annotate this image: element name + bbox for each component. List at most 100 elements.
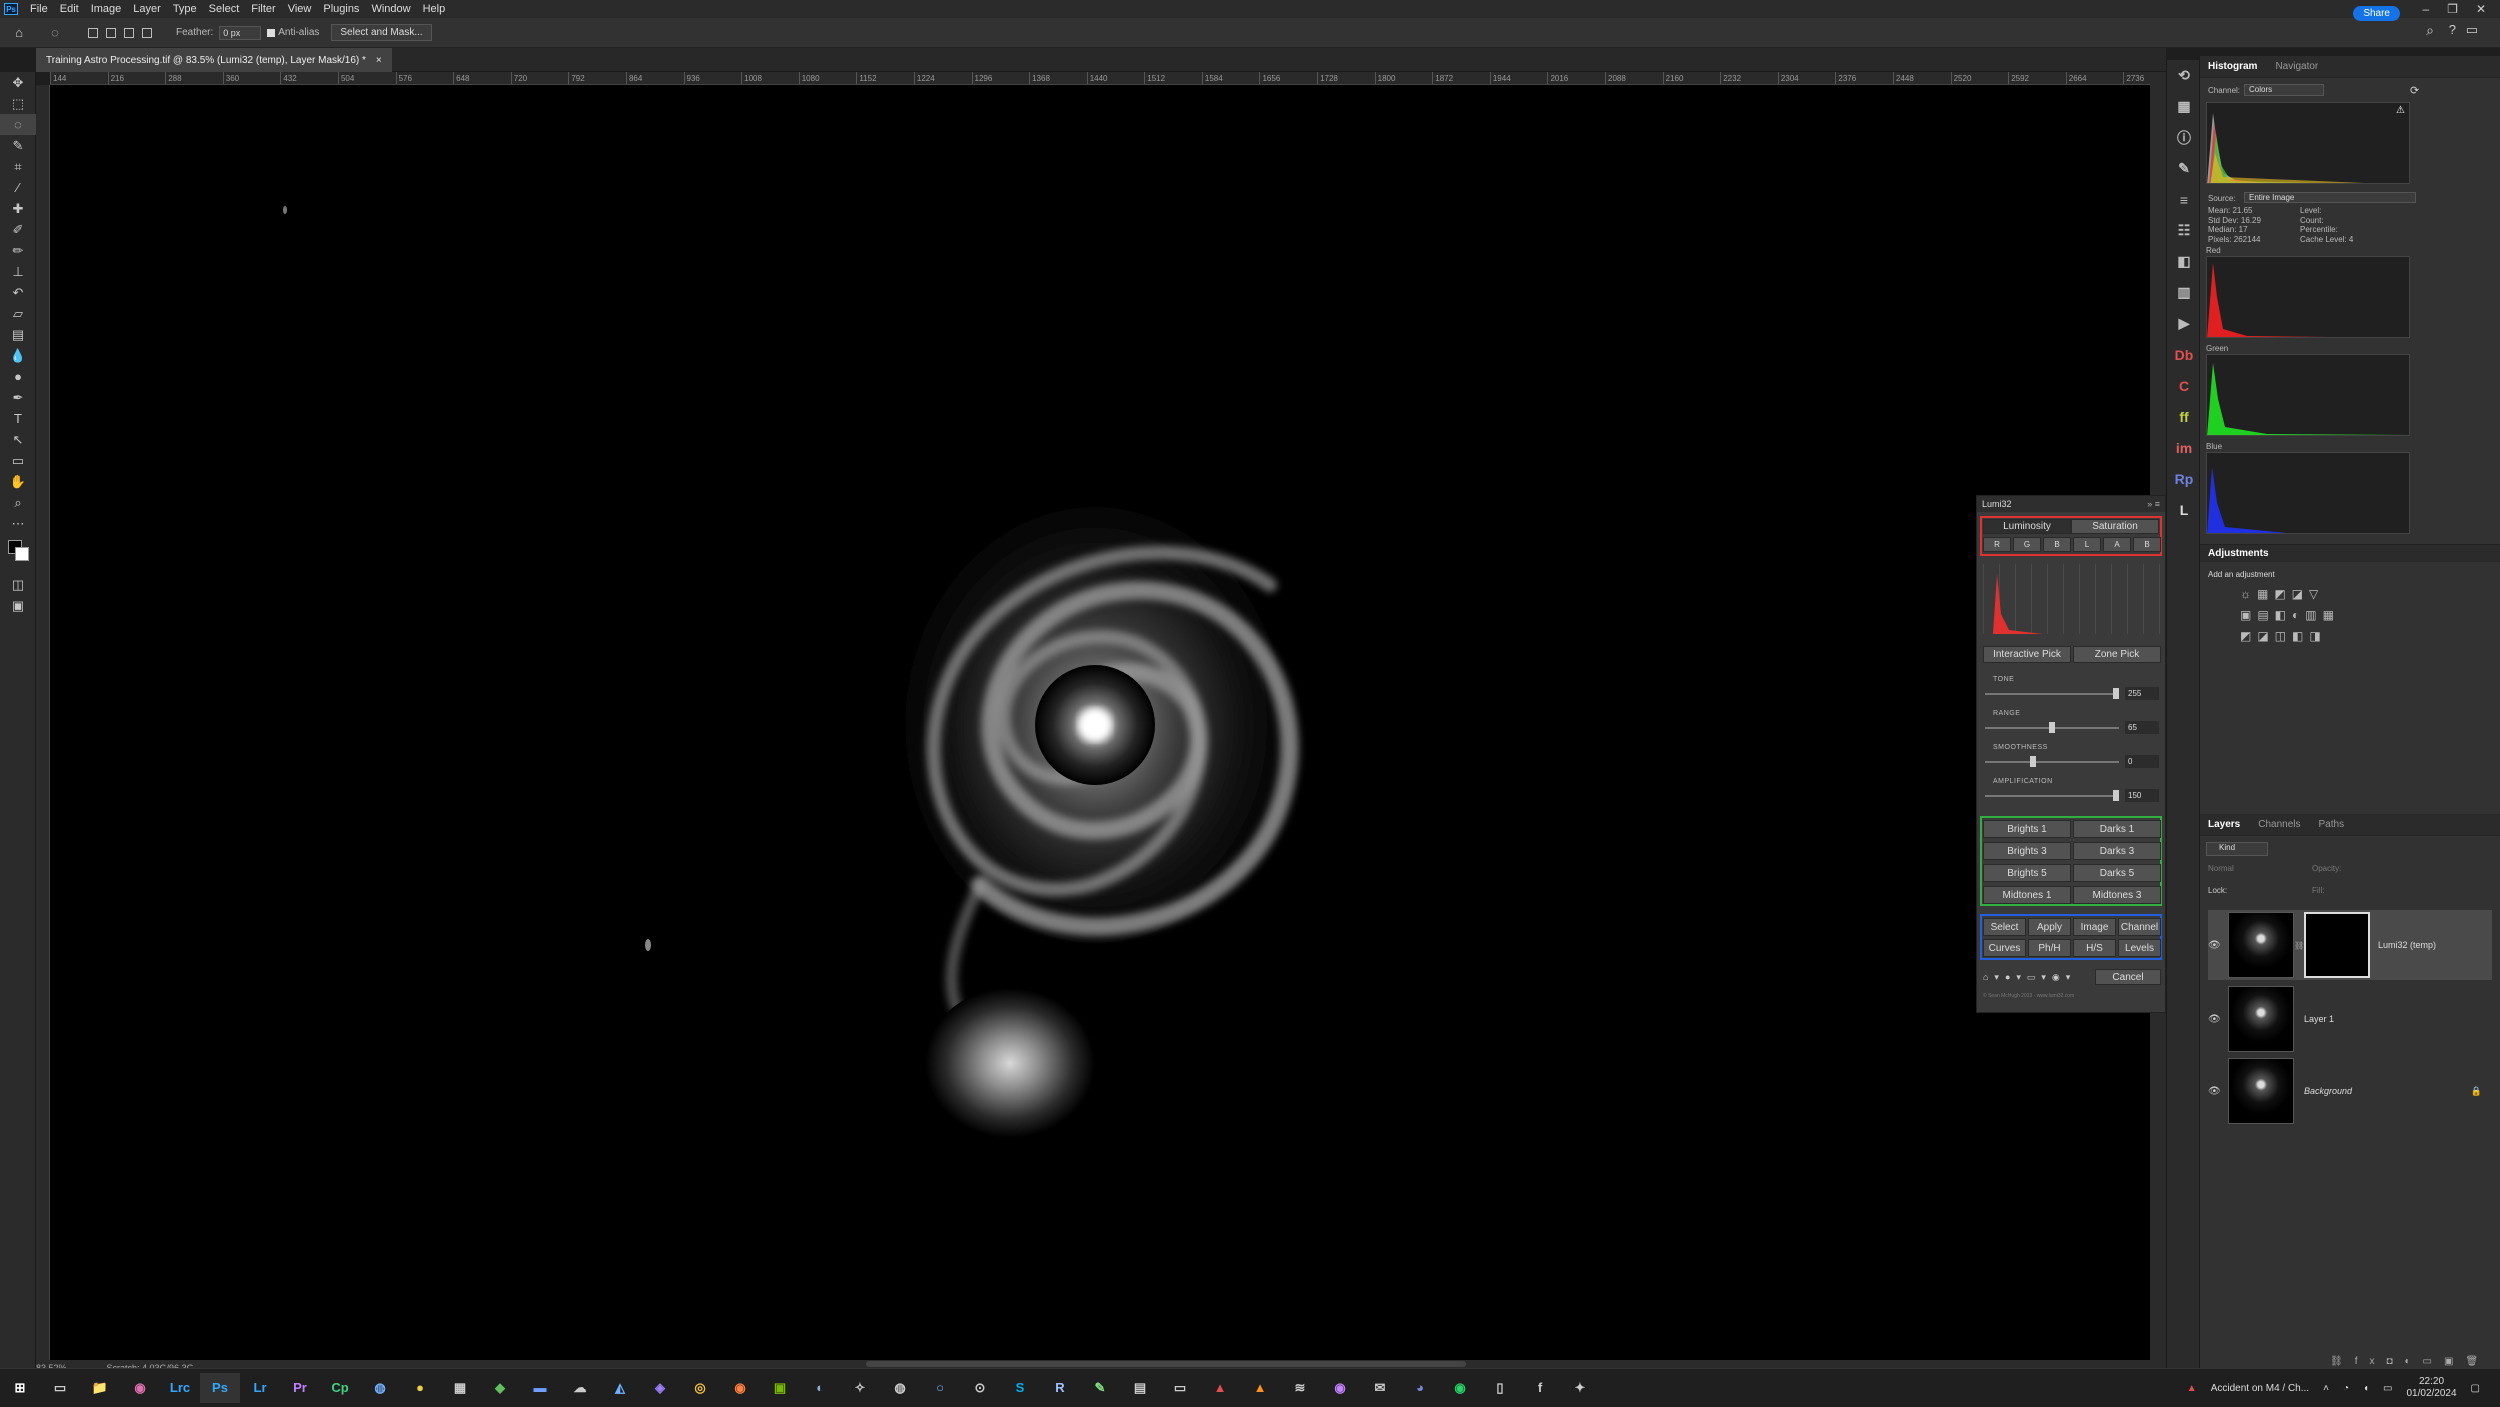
app-icon[interactable]: ✉ [1360,1373,1400,1403]
clock[interactable]: 22:20 01/02/2024 [2406,1376,2456,1400]
channel-lab-b-button[interactable]: B [2133,537,2161,552]
gradient-tool-icon[interactable]: ▤ [0,324,36,345]
home-icon[interactable]: ⌂ [10,24,28,42]
channel-b-button[interactable]: B [2043,537,2071,552]
lasso-tool-icon[interactable]: ◌ [0,114,36,135]
quick-select-tool-icon[interactable]: ✎ [0,135,36,156]
tab-paths[interactable]: Paths [2319,819,2345,830]
adjustment-icons[interactable]: ☼▦◩◪▽ ▣▤◧◐▥▦ ◩◪◫◧◨ [2240,584,2340,647]
slider-track[interactable] [1985,693,2119,695]
swatches-icon[interactable]: ◧ [2167,246,2201,277]
subtract-selection-icon[interactable] [124,27,134,38]
premiere-pro-icon[interactable]: Pr [280,1373,320,1403]
eyedropper-tool-icon[interactable]: ⁄ [0,177,36,198]
history-icon[interactable]: ⟲ [2167,60,2201,91]
slider-handle[interactable] [2049,722,2055,733]
action-button-curves[interactable]: Curves [1983,939,2026,957]
app-icon[interactable]: ✧ [840,1373,880,1403]
interactive-pick-button[interactable]: Interactive Pick [1983,646,2071,663]
tray-app-icon[interactable]: ▭ [2383,1383,2392,1394]
layer-row-layer1[interactable]: 👁 Layer 1 [2208,984,2492,1054]
hand-tool-icon[interactable]: ✋ [0,471,36,492]
zoom-tool-icon[interactable]: ⌕ [0,492,36,513]
actions-play-icon[interactable]: ▶ [2167,308,2201,339]
app-icon[interactable]: ● [400,1373,440,1403]
chain-link-icon[interactable]: ⛓ [2294,941,2304,950]
action-button-ph-h[interactable]: Ph/H [2028,939,2071,957]
app-icon[interactable]: ▲ [1200,1373,1240,1403]
action-button-image[interactable]: Image [2073,918,2116,936]
quick-mask-icon[interactable]: ◫ [0,574,36,595]
app-icon[interactable]: ◆ [480,1373,520,1403]
libraries-icon[interactable]: ▦ [2167,91,2201,122]
layer-name[interactable]: Background [2304,1086,2352,1096]
wifi-icon[interactable]: ◔ [2343,1383,2349,1394]
plugin-l-icon[interactable]: L [2167,494,2201,525]
spot-heal-tool-icon[interactable]: ✚ [0,198,36,219]
plugin-db-icon[interactable]: Db [2167,339,2201,370]
scrollbar-thumb[interactable] [866,1361,1466,1367]
app-icon[interactable]: ◭ [600,1373,640,1403]
cancel-button[interactable]: Cancel [2095,969,2161,985]
gradients-icon[interactable]: ▥ [2167,277,2201,308]
app-icon[interactable]: f [1520,1373,1560,1403]
notifications-icon[interactable]: ▢ [2471,1383,2480,1394]
search-icon[interactable]: ⌕ [2426,22,2434,39]
tab-layers[interactable]: Layers [2208,819,2240,830]
info-icon[interactable]: ⓘ [2167,122,2201,153]
zone-button-darks-5[interactable]: Darks 5 [2073,864,2161,882]
feather-input[interactable]: 0 px [219,25,262,40]
traffic-alert-icon[interactable]: ▲ [2187,1383,2197,1394]
layer-footer-icons[interactable]: ⛓fx◘◐▭▣🗑 [2330,1356,2490,1367]
menu-image[interactable]: Image [85,3,128,15]
intersect-selection-icon[interactable] [142,27,152,38]
layer-row-lumi32[interactable]: 👁 ⛓ Lumi32 (temp) [2208,910,2492,980]
foreground-background-colors-icon[interactable] [0,534,36,574]
type-tool-icon[interactable]: T [0,408,36,429]
stamp-tool-icon[interactable]: ⊥ [0,261,36,282]
menu-file[interactable]: File [24,3,54,15]
antialias-checkbox[interactable]: Anti-alias [267,27,319,38]
vlc-icon[interactable]: ▲ [1240,1373,1280,1403]
app-icon[interactable]: ◉ [1320,1373,1360,1403]
skype-icon[interactable]: S [1000,1373,1040,1403]
menu-filter[interactable]: Filter [245,3,281,15]
add-selection-icon[interactable] [106,27,116,38]
layer-name[interactable]: Lumi32 (temp) [2378,940,2436,950]
app-icon[interactable]: ◍ [880,1373,920,1403]
visibility-eye-icon[interactable]: 👁 [2208,1014,2228,1025]
zone-button-brights-1[interactable]: Brights 1 [1983,820,2071,838]
minimize-icon[interactable]: – [2422,2,2429,16]
marquee-tool-icon[interactable]: ⬚ [0,93,36,114]
chrome-icon[interactable]: ◎ [680,1373,720,1403]
channel-r-button[interactable]: R [1983,537,2011,552]
warning-icon[interactable]: ⚠ [2396,105,2405,116]
menu-window[interactable]: Window [365,3,416,15]
layer-row-background[interactable]: 👁 Background 🔒 [2208,1056,2492,1126]
zone-button-brights-3[interactable]: Brights 3 [1983,842,2071,860]
saturation-tab[interactable]: Saturation [2071,519,2159,534]
app-icon[interactable]: ▤ [1120,1373,1160,1403]
app-icon[interactable]: ⊙ [960,1373,1000,1403]
lumi-tool-icons[interactable]: ⌂▾●▾▭▾◉▾ [1983,972,2076,983]
share-button[interactable]: Share [2353,6,2400,21]
layer-filter-kind[interactable]: Kind [2206,842,2268,856]
app-icon[interactable]: ◍ [360,1373,400,1403]
slider-track[interactable] [1985,761,2119,763]
slider-handle[interactable] [2113,688,2119,699]
tab-channels[interactable]: Channels [2258,819,2300,830]
channel-g-button[interactable]: G [2013,537,2041,552]
action-button-apply[interactable]: Apply [2028,918,2071,936]
channel-l-button[interactable]: L [2073,537,2101,552]
slider-track[interactable] [1985,795,2119,797]
slider-handle[interactable] [2029,756,2036,767]
app-icon[interactable]: ◉ [120,1373,160,1403]
pen-tool-icon[interactable]: ✒ [0,387,36,408]
firefox-icon[interactable]: ◉ [720,1373,760,1403]
file-explorer-icon[interactable]: 📁 [80,1373,120,1403]
channel-select[interactable]: Colors [2244,84,2324,96]
action-button-select[interactable]: Select [1983,918,2026,936]
app-icon[interactable]: ≋ [1280,1373,1320,1403]
more-tools-icon[interactable]: ⋯ [0,513,36,534]
app-icon[interactable]: ◈ [640,1373,680,1403]
